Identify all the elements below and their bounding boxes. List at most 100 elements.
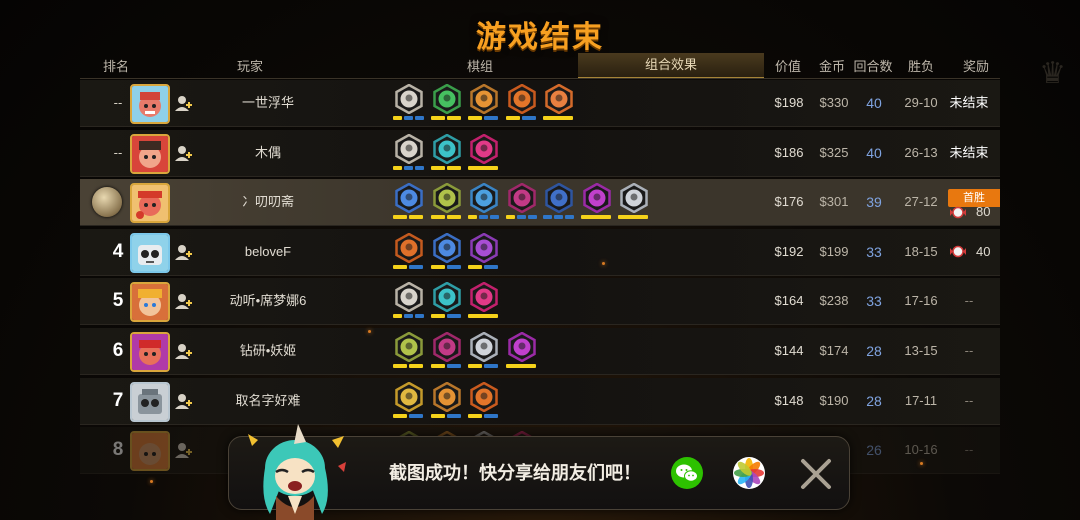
header-pieces: 棋组: [466, 59, 493, 74]
player-row[interactable]: 6 钻研•妖姬 $144 $174 28 13-15 --: [80, 327, 1000, 375]
avatar[interactable]: [130, 133, 170, 174]
troll-icon[interactable]: [394, 331, 424, 362]
goblin-mech-icon[interactable]: [544, 183, 574, 214]
mech-icon[interactable]: [432, 381, 462, 412]
knight-icon[interactable]: [432, 331, 462, 362]
add-friend-icon[interactable]: [174, 144, 192, 162]
mech-icon[interactable]: [469, 84, 499, 114]
avatar[interactable]: [130, 381, 170, 422]
add-friend-icon[interactable]: [174, 342, 192, 360]
win-loss: 29-10: [904, 95, 938, 110]
level-segment: [468, 413, 482, 418]
synergy-level-bar: [430, 215, 463, 220]
assassin-icon[interactable]: [469, 282, 499, 313]
level-segment: [393, 264, 407, 269]
value: $176: [774, 194, 804, 210]
add-friend-icon[interactable]: [174, 292, 192, 310]
synergy-level-bar: [393, 215, 425, 220]
avatar[interactable]: [130, 183, 170, 224]
player-row[interactable]: 7 取名字好难 $148 $190 28 17-11 --: [80, 377, 1000, 425]
synergy-level-bar: [430, 363, 463, 368]
close-icon[interactable]: [799, 457, 833, 491]
player-row[interactable]: -- 木偶 $186 $325 40 26-13 未结束: [80, 129, 1000, 177]
knight-icon[interactable]: [507, 183, 537, 214]
avatar[interactable]: [130, 232, 170, 273]
player-row[interactable]: 4 beloveF $192 $199 33 18-15 40: [80, 228, 1000, 276]
header-rounds: 回合数: [853, 59, 893, 74]
synergy-level-bar: [393, 314, 425, 319]
level-segment: [409, 413, 423, 418]
witch-icon[interactable]: [469, 232, 499, 263]
mystery-icon[interactable]: [432, 133, 462, 164]
value: $148: [774, 392, 804, 408]
add-friend-icon[interactable]: [174, 94, 192, 112]
wechat-icon[interactable]: [671, 457, 703, 489]
wing-icon[interactable]: [432, 232, 462, 263]
mystery-icon[interactable]: [432, 282, 462, 313]
add-friend-icon[interactable]: [174, 441, 192, 459]
player-name[interactable]: 木偶: [198, 130, 338, 176]
synergy-level-bar: [430, 165, 463, 170]
rounds: 28: [866, 342, 882, 359]
candy-icon: [950, 245, 966, 258]
warrior-icon[interactable]: [394, 282, 424, 313]
level-segment: [446, 116, 461, 120]
player-name[interactable]: 取名字好难: [198, 378, 338, 424]
feather-icon[interactable]: [394, 232, 424, 263]
player-name[interactable]: 钻研•妖姬: [198, 328, 338, 374]
imp-icon[interactable]: [582, 183, 612, 214]
add-friend-icon[interactable]: [174, 392, 192, 410]
gold: $190: [819, 392, 849, 408]
imp-icon[interactable]: [507, 331, 537, 362]
synergy-level-bar: [618, 215, 650, 220]
avatar[interactable]: [130, 431, 170, 472]
level-segment: [468, 314, 498, 319]
rounds: 33: [866, 293, 882, 310]
win-loss: 27-12: [904, 194, 938, 210]
level-segment: [409, 363, 423, 368]
level-segment: [446, 215, 461, 220]
player-name[interactable]: 冫叨叨斋: [198, 179, 338, 225]
beast-icon[interactable]: [432, 84, 462, 114]
header-player: 玩家: [236, 59, 263, 74]
swarm-icon[interactable]: [469, 183, 499, 214]
troll-icon[interactable]: [432, 183, 462, 214]
gold: $199: [819, 243, 849, 259]
value: $192: [774, 243, 804, 259]
crown-icon: ♛: [1039, 57, 1066, 90]
assassin-icon[interactable]: [469, 133, 499, 164]
player-name[interactable]: 动听•席梦娜6: [198, 278, 338, 324]
player-row-self[interactable]: 冫叨叨斋 $176 $301 39 27-12 首胜 80: [80, 179, 1000, 227]
player-row[interactable]: -- 一世浮华 $198 $330 40 29-10 未结束: [80, 80, 1000, 127]
sparkle-decoration: [150, 480, 153, 483]
player-row[interactable]: 5 动听•席梦娜6 $164 $238 33 17-16 --: [80, 278, 1000, 326]
lightning-icon[interactable]: [394, 381, 424, 412]
synergy-level-bar: [505, 116, 538, 120]
synergy-level-bar: [580, 215, 613, 220]
level-segment: [430, 413, 445, 418]
rounds: 40: [866, 144, 882, 161]
demon-hunter-icon[interactable]: [469, 381, 499, 412]
reward-amount: 80: [976, 204, 991, 220]
level-segment: [430, 264, 445, 269]
candy-icon: [950, 206, 966, 219]
avatar[interactable]: [130, 331, 170, 372]
avatar[interactable]: [130, 84, 170, 124]
priest-icon[interactable]: [619, 183, 649, 214]
photos-icon[interactable]: [733, 457, 765, 489]
header-combo-tab[interactable]: 组合效果: [578, 53, 764, 79]
rounds: 40: [866, 95, 882, 111]
level-segment: [505, 116, 520, 120]
level-segment: [468, 165, 498, 170]
avatar[interactable]: [130, 282, 170, 323]
demon-hunter-icon[interactable]: [507, 84, 537, 114]
horned-demon-icon[interactable]: [544, 84, 574, 114]
header-rank: 排名: [102, 59, 129, 74]
add-friend-icon[interactable]: [174, 243, 192, 261]
player-name[interactable]: 一世浮华: [198, 80, 338, 126]
player-name[interactable]: beloveF: [198, 229, 338, 275]
warrior-icon[interactable]: [394, 84, 424, 114]
warrior-icon[interactable]: [394, 133, 424, 164]
storm-icon[interactable]: [394, 183, 424, 214]
priest-icon[interactable]: [469, 331, 499, 362]
